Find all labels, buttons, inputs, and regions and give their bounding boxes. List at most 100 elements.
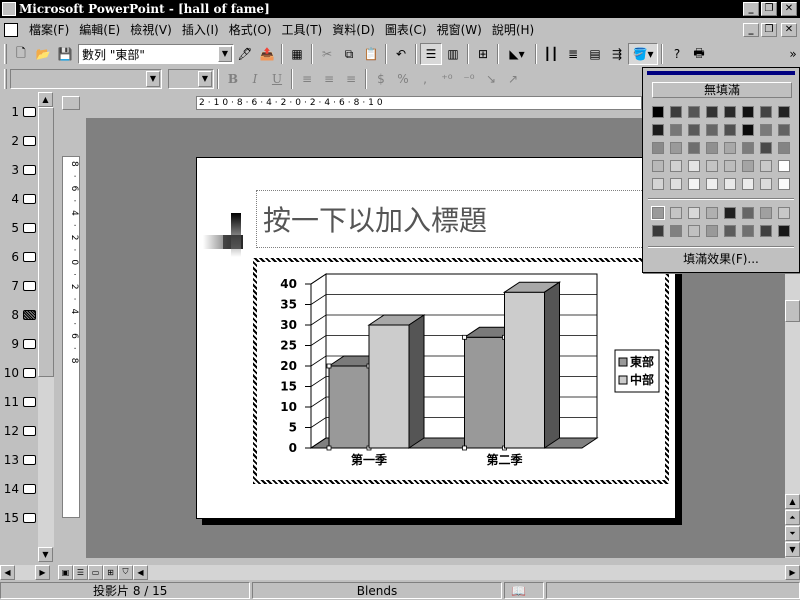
category-gridlines-button[interactable]: ┃┃ — [540, 43, 562, 65]
chart-object-combo[interactable]: 數列 "東部" ▼ — [78, 44, 234, 64]
color-swatch[interactable] — [670, 178, 682, 190]
decrease-decimal-button[interactable]: ⁻⁰ — [458, 68, 480, 90]
color-swatch[interactable] — [652, 124, 664, 136]
currency-style-button[interactable]: $ — [370, 68, 392, 90]
color-swatch[interactable] — [742, 178, 754, 190]
align-left-button[interactable]: ≡ — [296, 68, 318, 90]
next-slide-button[interactable]: ⏷ — [785, 526, 800, 541]
menu-tools[interactable]: 工具(T) — [277, 21, 328, 38]
menu-edit[interactable]: 編輯(E) — [74, 21, 125, 38]
outline-view-button[interactable]: ☰ — [73, 564, 88, 580]
color-swatch[interactable] — [688, 106, 700, 118]
slide-panel-scroll-thumb[interactable] — [38, 107, 54, 377]
document-icon[interactable] — [4, 22, 18, 37]
color-swatch[interactable] — [706, 160, 718, 172]
color-swatch[interactable] — [724, 142, 736, 154]
underline-button[interactable]: U — [266, 68, 288, 90]
color-swatch[interactable] — [778, 106, 790, 118]
menu-window[interactable]: 視窗(W) — [432, 21, 487, 38]
bold-button[interactable]: B — [222, 68, 244, 90]
color-swatch[interactable] — [706, 142, 718, 154]
sorter-view-button[interactable]: ⊞ — [103, 564, 118, 580]
menu-data[interactable]: 資料(D) — [327, 21, 380, 38]
color-swatch[interactable] — [778, 225, 790, 237]
menu-file[interactable]: 檔案(F) — [24, 21, 74, 38]
align-right-button[interactable]: ≡ — [340, 68, 362, 90]
color-swatch[interactable] — [778, 160, 790, 172]
color-swatch[interactable] — [742, 160, 754, 172]
chevron-down-icon[interactable]: ▼ — [146, 71, 160, 87]
scroll-left-button[interactable]: ◀ — [133, 564, 148, 580]
scroll-up-button[interactable]: ▲ — [785, 494, 800, 509]
powerpoint-app-icon[interactable] — [2, 2, 16, 16]
fill-color-button[interactable]: 🪣▾ — [628, 43, 658, 65]
size-combo[interactable]: ▼ — [168, 69, 214, 89]
vertical-ruler[interactable]: 8·6·4·2·0·2·4·6·8 — [62, 156, 80, 518]
color-swatch[interactable] — [760, 106, 772, 118]
menu-chart[interactable]: 圖表(C) — [380, 21, 432, 38]
color-swatch[interactable] — [652, 225, 664, 237]
color-swatch[interactable] — [652, 178, 664, 190]
align-center-button[interactable]: ≡ — [318, 68, 340, 90]
help-button[interactable]: ? — [666, 43, 688, 65]
comma-style-button[interactable]: , — [414, 68, 436, 90]
menu-view[interactable]: 檢視(V) — [125, 21, 177, 38]
color-swatch[interactable] — [724, 207, 736, 219]
color-swatch[interactable] — [778, 142, 790, 154]
color-swatch[interactable] — [760, 160, 772, 172]
print-button[interactable]: 🖶 — [688, 43, 710, 65]
percent-style-button[interactable]: % — [392, 68, 414, 90]
fill-effects-menu-item[interactable]: 填滿效果(F)... — [643, 250, 799, 267]
color-swatch[interactable] — [760, 124, 772, 136]
toolbar-grip[interactable] — [4, 44, 7, 64]
scroll-down-button[interactable]: ▼ — [38, 547, 53, 562]
slide-panel-scrollbar[interactable]: ▲ ▼ — [38, 92, 54, 562]
scroll-right-button[interactable]: ▶ — [35, 564, 50, 580]
color-swatch[interactable] — [670, 225, 682, 237]
data-table-button[interactable]: ⊞ — [472, 43, 494, 65]
color-swatch[interactable] — [706, 225, 718, 237]
scroll-down-button[interactable]: ▼ — [785, 542, 800, 557]
color-swatch[interactable] — [760, 178, 772, 190]
color-swatch[interactable] — [724, 106, 736, 118]
slide-title-placeholder[interactable]: 按一下以加入標題 — [256, 190, 676, 248]
restore-button[interactable]: ❐ — [761, 2, 777, 16]
open-button[interactable]: 📂 — [32, 43, 54, 65]
spelling-status[interactable]: 📖 — [504, 582, 544, 599]
toolbar-grip[interactable] — [4, 69, 7, 89]
normal-view-button[interactable]: ▣ — [58, 564, 73, 580]
column-chart[interactable]: 0 5 10 15 20 25 30 35 40 第一季 第二季 東部中部 — [257, 262, 665, 480]
close-button[interactable]: ✕ — [781, 2, 797, 16]
menu-help[interactable]: 說明(H) — [487, 21, 539, 38]
doc-minimize-button[interactable]: _ — [743, 22, 759, 37]
no-fill-button[interactable]: 無填滿 — [652, 82, 792, 98]
color-swatch[interactable] — [760, 207, 772, 219]
color-swatch[interactable] — [724, 160, 736, 172]
menu-insert[interactable]: 插入(I) — [177, 21, 224, 38]
undo-button[interactable]: ↶ — [390, 43, 412, 65]
previous-slide-button[interactable]: ⏶ — [785, 510, 800, 525]
color-swatch[interactable] — [688, 124, 700, 136]
increase-decimal-button[interactable]: ⁺⁰ — [436, 68, 458, 90]
new-button[interactable]: 🗋 — [10, 43, 32, 65]
slideshow-button[interactable]: ⛉ — [118, 564, 133, 580]
cut-button[interactable]: ✂ — [316, 43, 338, 65]
angle-up-button[interactable]: ↗ — [502, 68, 524, 90]
scroll-left-button[interactable]: ◀ — [0, 564, 15, 580]
color-swatch[interactable] — [742, 225, 754, 237]
view-datasheet-button[interactable]: ▦ — [286, 43, 308, 65]
color-swatch[interactable] — [670, 106, 682, 118]
minimize-button[interactable]: _ — [743, 2, 759, 16]
save-button[interactable]: 💾 — [54, 43, 76, 65]
doc-close-button[interactable]: ✕ — [781, 22, 797, 37]
import-file-button[interactable]: 📤 — [256, 43, 278, 65]
font-combo[interactable]: ▼ — [10, 69, 162, 89]
menu-format[interactable]: 格式(O) — [224, 21, 277, 38]
color-swatch[interactable] — [706, 178, 718, 190]
color-swatch[interactable] — [651, 206, 665, 220]
color-swatch[interactable] — [778, 124, 790, 136]
color-swatch[interactable] — [724, 178, 736, 190]
drawing-button[interactable]: ⇶ — [606, 43, 628, 65]
italic-button[interactable]: I — [244, 68, 266, 90]
color-swatch[interactable] — [670, 142, 682, 154]
